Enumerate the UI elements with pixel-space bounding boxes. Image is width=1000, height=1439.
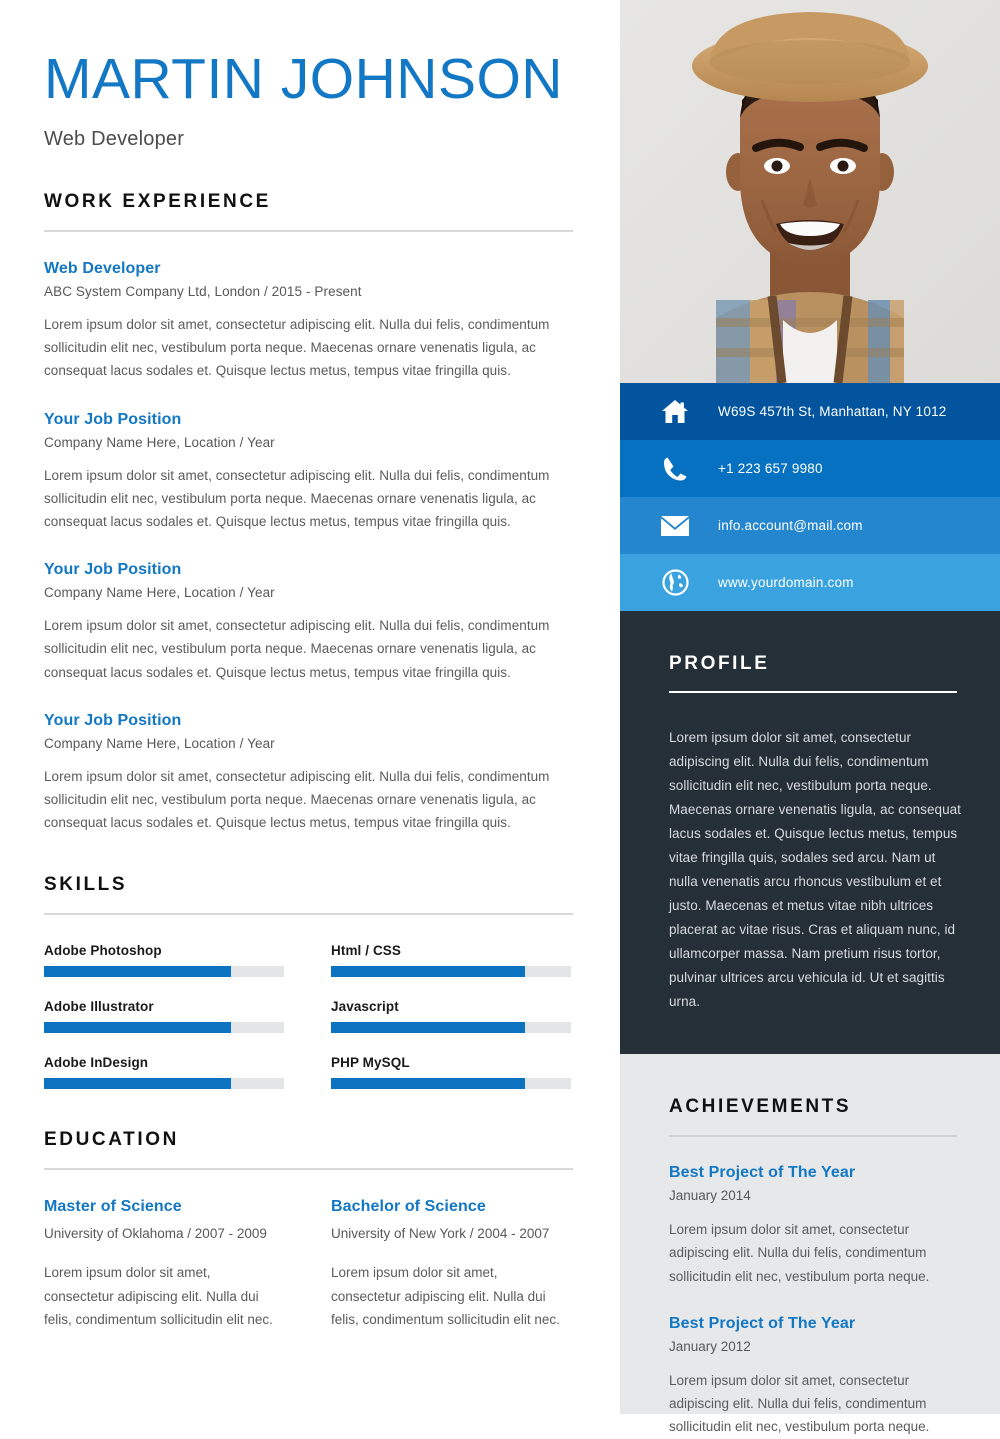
skill-label: Javascript	[331, 999, 399, 1015]
skill-bar-track	[331, 1078, 571, 1090]
work-item-title: Web Developer	[44, 259, 161, 277]
work-item-description: Lorem ipsum dolor sit amet, consectetur …	[44, 316, 550, 379]
skill-bar-track	[44, 1078, 284, 1090]
achievement-title: Best Project of The Year	[669, 1164, 856, 1182]
achievements-heading: ACHIEVEMENTS	[669, 1096, 852, 1118]
work-item: Web Developer ABC System Company Ltd, Lo…	[44, 260, 590, 383]
skill-bar-track	[331, 1022, 571, 1034]
skill-bar-track	[44, 966, 284, 978]
education-heading: EDUCATION	[44, 1129, 179, 1151]
skill-bar-fill	[331, 966, 526, 978]
achievement-item: Best Project of The Year January 2014 Lo…	[669, 1164, 964, 1288]
work-item-meta: Company Name Here, Location / Year	[44, 434, 275, 450]
education-description: Lorem ipsum dolor sit amet, consectetur …	[44, 1265, 273, 1327]
work-item: Your Job Position Company Name Here, Loc…	[44, 712, 590, 835]
contact-list: W69S 457th St, Manhattan, NY 1012 +1 223…	[620, 383, 1000, 611]
skills-section: SKILLS Adobe Photoshop Html / CSS Adobe	[44, 874, 590, 1090]
mail-icon	[658, 511, 692, 541]
job-role-subtitle: Web Developer	[44, 127, 185, 150]
skill-bar-fill	[44, 1078, 232, 1090]
work-item-meta: ABC System Company Ltd, London / 2015 - …	[44, 283, 362, 299]
skills-heading: SKILLS	[44, 874, 128, 896]
skill-bar-fill	[44, 1022, 232, 1034]
skill-item: Javascript	[331, 999, 590, 1034]
education-item: Bachelor of Science University of New Yo…	[331, 1198, 590, 1331]
profile-section: PROFILE Lorem ipsum dolor sit amet, cons…	[620, 611, 1000, 1055]
heading-divider	[669, 1135, 957, 1138]
skill-label: Html / CSS	[331, 943, 402, 959]
skill-bar-track	[44, 1022, 284, 1034]
work-experience-heading: WORK EXPERIENCE	[44, 190, 271, 212]
education-degree: Bachelor of Science	[331, 1198, 486, 1216]
skill-item: Adobe Photoshop	[44, 943, 331, 978]
heading-divider	[44, 913, 573, 916]
globe-icon	[658, 568, 692, 598]
achievement-description: Lorem ipsum dolor sit amet, consectetur …	[669, 1372, 930, 1435]
left-column: MARTIN JOHNSON Web Developer WORK EXPERI…	[0, 0, 620, 1414]
work-item-meta: Company Name Here, Location / Year	[44, 585, 275, 601]
skill-bar-fill	[331, 1022, 526, 1034]
resume-page: MARTIN JOHNSON Web Developer WORK EXPERI…	[0, 0, 1000, 1434]
home-icon	[658, 397, 692, 427]
skill-bar-track	[331, 966, 571, 978]
work-item-title: Your Job Position	[44, 561, 182, 579]
contact-row-website[interactable]: www.yourdomain.com	[620, 554, 1000, 611]
phone-icon	[658, 454, 692, 484]
work-item-description: Lorem ipsum dolor sit amet, consectetur …	[44, 768, 550, 831]
work-item-title: Your Job Position	[44, 711, 182, 729]
skill-label: Adobe InDesign	[44, 1055, 149, 1071]
profile-heading: PROFILE	[669, 653, 770, 674]
skill-item: Adobe InDesign	[44, 1055, 331, 1090]
skill-item: Html / CSS	[331, 943, 590, 978]
profile-photo-illustration	[620, 0, 1000, 383]
achievement-date: January 2014	[669, 1188, 751, 1204]
achievement-title: Best Project of The Year	[669, 1314, 856, 1332]
achievement-description: Lorem ipsum dolor sit amet, consectetur …	[669, 1222, 930, 1284]
education-section: EDUCATION Master of Science University o…	[44, 1129, 590, 1331]
education-meta: University of New York / 2004 - 2007	[331, 1226, 550, 1242]
skill-bar-fill	[331, 1078, 526, 1090]
work-experience-section: WORK EXPERIENCE Web Developer ABC System…	[44, 191, 590, 835]
heading-divider	[669, 691, 957, 693]
work-item-title: Your Job Position	[44, 410, 182, 428]
education-description: Lorem ipsum dolor sit amet, consectetur …	[331, 1265, 560, 1327]
achievements-section: ACHIEVEMENTS Best Project of The Year Ja…	[620, 1054, 1000, 1438]
education-grid: Master of Science University of Oklahoma…	[44, 1198, 590, 1331]
work-item: Your Job Position Company Name Here, Loc…	[44, 561, 590, 684]
skill-item: Adobe Illustrator	[44, 999, 331, 1034]
contact-phone-text: +1 223 657 9980	[718, 461, 823, 476]
achievement-item: Best Project of The Year January 2012 Lo…	[669, 1315, 964, 1439]
contact-row-address[interactable]: W69S 457th St, Manhattan, NY 1012	[620, 383, 1000, 440]
skill-bar-fill	[44, 966, 232, 978]
page-title: MARTIN JOHNSON	[44, 47, 563, 111]
work-item-description: Lorem ipsum dolor sit amet, consectetur …	[44, 618, 550, 680]
achievement-date: January 2012	[669, 1338, 751, 1354]
education-meta: University of Oklahoma / 2007 - 2009	[44, 1226, 267, 1242]
contact-email-text: info.account@mail.com	[718, 518, 863, 533]
skill-label: PHP MySQL	[331, 1055, 410, 1071]
skill-label: Adobe Illustrator	[44, 999, 154, 1015]
skills-grid: Adobe Photoshop Html / CSS Adobe Illustr…	[44, 943, 590, 1090]
skill-item: PHP MySQL	[331, 1055, 590, 1090]
skill-label: Adobe Photoshop	[44, 943, 162, 959]
profile-photo	[620, 0, 1000, 383]
contact-row-email[interactable]: info.account@mail.com	[620, 497, 1000, 554]
right-column: W69S 457th St, Manhattan, NY 1012 +1 223…	[620, 0, 1000, 1434]
contact-address-text: W69S 457th St, Manhattan, NY 1012	[718, 404, 947, 419]
profile-text: Lorem ipsum dolor sit amet, consectetur …	[669, 730, 961, 1010]
work-item-description: Lorem ipsum dolor sit amet, consectetur …	[44, 467, 550, 529]
education-degree: Master of Science	[44, 1198, 182, 1216]
work-item: Your Job Position Company Name Here, Loc…	[44, 411, 590, 534]
heading-divider	[44, 1168, 573, 1171]
education-item: Master of Science University of Oklahoma…	[44, 1198, 331, 1331]
contact-website-text: www.yourdomain.com	[718, 575, 854, 590]
work-item-meta: Company Name Here, Location / Year	[44, 735, 275, 751]
contact-row-phone[interactable]: +1 223 657 9980	[620, 440, 1000, 497]
heading-divider	[44, 229, 573, 232]
